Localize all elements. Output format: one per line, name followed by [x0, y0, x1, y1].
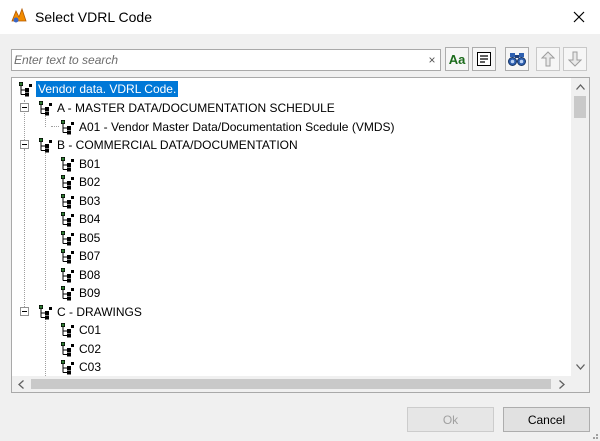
tree-node-c02[interactable]: C02: [59, 340, 139, 358]
tree-node-group-c[interactable]: C - DRAWINGS: [37, 303, 337, 321]
tree-node-icon: [17, 81, 33, 97]
tree-node-icon: [59, 285, 75, 301]
resize-grip-icon[interactable]: [590, 431, 599, 440]
tree-node-b01[interactable]: B01: [59, 155, 139, 173]
tree-node-label: B01: [79, 157, 101, 171]
tree-guide-line: [51, 126, 59, 127]
tree-node-label: C02: [79, 342, 102, 356]
tree-node-label: B07: [79, 249, 101, 263]
tree-node-a01[interactable]: A01 - Vendor Master Data/Documentation S…: [59, 118, 459, 136]
match-case-label: Aa: [448, 51, 466, 67]
tree-node-label: B04: [79, 212, 101, 226]
whole-word-button[interactable]: [472, 47, 496, 71]
tree-node-icon: [59, 359, 75, 375]
tree-node-c03[interactable]: C03: [59, 358, 139, 376]
tree-node-icon: [37, 304, 53, 320]
tree-node-label: C - DRAWINGS: [57, 305, 142, 319]
select-vdrl-code-dialog: Select VDRL Code × Aa: [0, 0, 600, 441]
text-lines-icon: [477, 52, 491, 66]
tree-node-label: B08: [79, 268, 101, 282]
tree-node-b09[interactable]: B09: [59, 284, 139, 302]
collapse-toggle[interactable]: [20, 103, 29, 112]
tree-node-group-a[interactable]: A - MASTER DATA/DOCUMENTATION SCHEDULE: [37, 99, 437, 117]
tree-node-icon: [59, 119, 75, 135]
tree-guide-line: [45, 150, 46, 290]
tree-node-group-b[interactable]: B - COMMERCIAL DATA/DOCUMENTATION: [37, 136, 437, 154]
tree-node-icon: [59, 174, 75, 190]
tree-node-icon: [59, 211, 75, 227]
tree-node-label: B05: [79, 231, 101, 245]
tree-node-icon: [59, 230, 75, 246]
search-box: ×: [11, 49, 441, 71]
tree-node-b05[interactable]: B05: [59, 229, 139, 247]
tree-node-label: B02: [79, 175, 101, 189]
scroll-down-arrow-icon[interactable]: [571, 358, 589, 376]
vdrl-tree[interactable]: Vendor data. VDRL Code. A - MASTER DATA/…: [11, 77, 590, 393]
binoculars-icon: [508, 53, 526, 66]
tree-node-label: C03: [79, 360, 102, 374]
tree-node-b03[interactable]: B03: [59, 192, 139, 210]
close-button[interactable]: [564, 3, 594, 31]
tree-node-icon: [59, 156, 75, 172]
tree-node-c01[interactable]: C01: [59, 321, 139, 339]
tree-node-label: A01 - Vendor Master Data/Documentation S…: [79, 120, 395, 134]
tree-node-b07[interactable]: B07: [59, 247, 139, 265]
tree-node-icon: [37, 100, 53, 116]
tree-node-icon: [59, 193, 75, 209]
match-case-button[interactable]: Aa: [445, 47, 469, 71]
tree-guide-line: [45, 318, 46, 378]
search-input[interactable]: [14, 52, 424, 68]
clear-search-icon[interactable]: ×: [426, 53, 438, 67]
title-bar: Select VDRL Code: [0, 0, 600, 34]
tree-node-label: B - COMMERCIAL DATA/DOCUMENTATION: [57, 138, 298, 152]
cancel-button[interactable]: Cancel: [503, 407, 590, 432]
tree-node-b02[interactable]: B02: [59, 173, 139, 191]
tree-node-b04[interactable]: B04: [59, 210, 139, 228]
tree-node-label: C01: [79, 323, 102, 337]
tree-node-icon: [59, 322, 75, 338]
window-title: Select VDRL Code: [35, 9, 152, 25]
horizontal-scroll-thumb[interactable]: [31, 379, 551, 389]
find-button[interactable]: [505, 47, 529, 71]
tree-node-icon: [59, 248, 75, 264]
move-up-button[interactable]: [536, 47, 560, 71]
collapse-toggle[interactable]: [20, 140, 29, 149]
ok-button[interactable]: Ok: [407, 407, 494, 432]
tree-node-label: A - MASTER DATA/DOCUMENTATION SCHEDULE: [57, 101, 335, 115]
arrow-up-icon: [541, 51, 555, 67]
scroll-up-arrow-icon[interactable]: [571, 78, 589, 96]
vertical-scrollbar[interactable]: [571, 78, 589, 376]
tree-node-icon: [59, 341, 75, 357]
arrow-down-icon: [568, 51, 582, 67]
tree-node-label: B09: [79, 286, 101, 300]
close-icon: [573, 11, 585, 23]
move-down-button[interactable]: [563, 47, 587, 71]
horizontal-scrollbar[interactable]: [12, 376, 571, 392]
tree-node-icon: [59, 267, 75, 283]
tree-node-root[interactable]: Vendor data. VDRL Code.: [17, 80, 217, 98]
tree-node-b08[interactable]: B08: [59, 266, 139, 284]
tree-node-label: B03: [79, 194, 101, 208]
tree-guide-line: [24, 150, 25, 315]
app-icon: [11, 7, 27, 23]
tree-node-label: Vendor data. VDRL Code.: [36, 81, 179, 97]
tree-node-icon: [37, 137, 53, 153]
scrollbar-corner: [571, 376, 589, 392]
vertical-scroll-thumb[interactable]: [574, 96, 586, 118]
scroll-left-arrow-icon[interactable]: [12, 375, 30, 392]
collapse-toggle[interactable]: [20, 307, 29, 316]
scroll-right-arrow-icon[interactable]: [553, 375, 571, 392]
